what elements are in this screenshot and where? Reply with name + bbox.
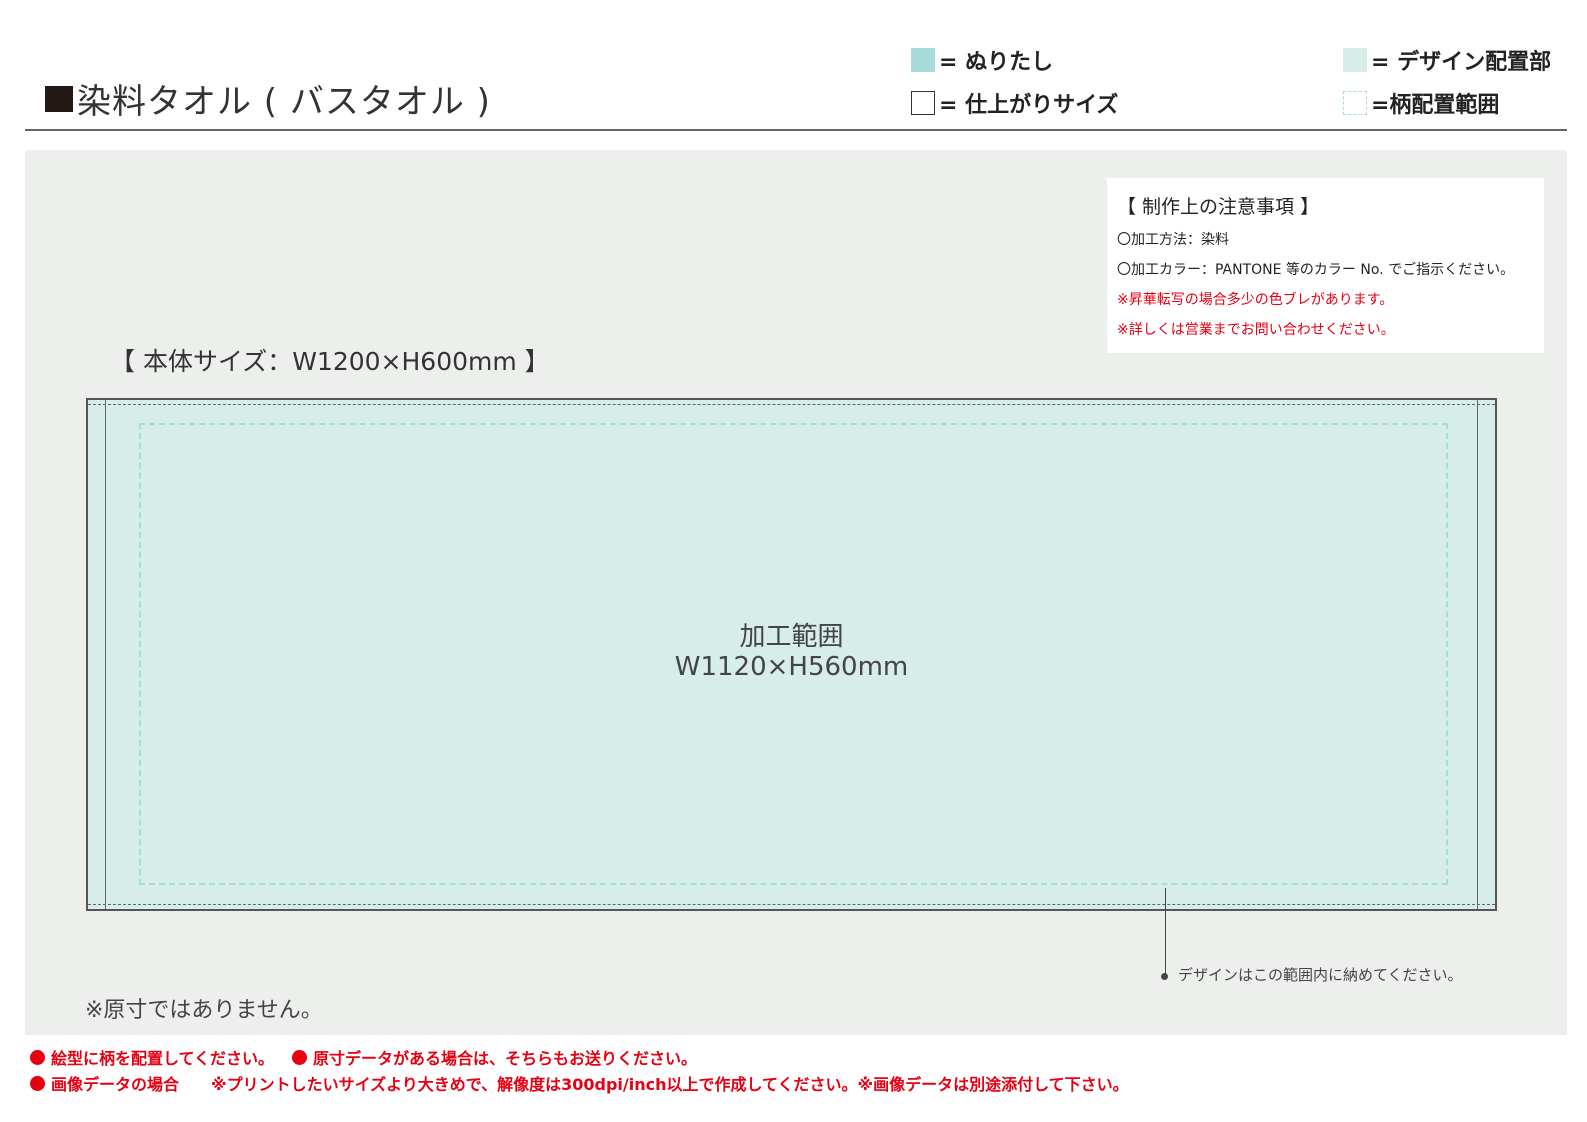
towel-template: 加工範囲 W1120×H560mm (86, 398, 1497, 911)
notes-title: 【 制作上の注意事項 】 (1117, 196, 1320, 218)
footer-line-1: 絵型に柄を配置してください。 原寸データがある場合は、そちらもお送りください。 (30, 1045, 697, 1069)
footer-note: 絵型に柄を配置してください。 (51, 1049, 275, 1068)
legend-design-area-label: = デザイン配置部 (1371, 50, 1552, 75)
not-actual-size-note: ※原寸ではありません。 (85, 998, 323, 1023)
legend-design-area: = デザイン配置部 (1343, 44, 1551, 76)
header-divider (25, 129, 1567, 131)
footer-note: ※プリントしたいサイズより大きめで、解像度は300dpi/inch以上で作成して… (211, 1075, 1129, 1094)
legend-pattern-range: =柄配置範囲 (1343, 87, 1499, 119)
processing-range-title: 加工範囲 (739, 622, 844, 652)
notes-line: 〇加工方法：染料 (1117, 232, 1229, 248)
pattern-range-swatch-icon (1343, 91, 1367, 115)
legend-finish-size-label: = 仕上がりサイズ (939, 93, 1119, 118)
page-title: 染料タオル ( バスタオル ) (45, 74, 491, 123)
callout-text: デザインはこの範囲内に納めてください。 (1178, 966, 1463, 984)
finish-line-bottom (88, 904, 1495, 905)
callout-leader (1165, 888, 1166, 976)
callout-dot-icon (1161, 973, 1168, 980)
finish-size-swatch-icon (911, 91, 935, 115)
body-size-label: 【 本体サイズ：W1200×H600mm 】 (110, 347, 550, 376)
footer-note: 原寸データがある場合は、そちらもお送りください。 (313, 1049, 698, 1068)
bullet-icon (30, 1075, 45, 1091)
legend-nuritashi-label: = ぬりたし (939, 50, 1054, 75)
legend-pattern-range-label: =柄配置範囲 (1371, 93, 1500, 118)
notes-warning: ※昇華転写の場合多少の色ブレがあります。 (1117, 292, 1394, 308)
notes-line: 〇加工カラー：PANTONE 等のカラー No. でご指示ください。 (1117, 262, 1515, 278)
footer-line-2: 画像データの場合 ※プリントしたいサイズより大きめで、解像度は300dpi/in… (30, 1071, 1129, 1095)
footer-note: 画像データの場合 (51, 1075, 180, 1094)
processing-range-size: W1120×H560mm (674, 652, 909, 682)
design-area-swatch-icon (1343, 48, 1367, 72)
bullet-icon (292, 1049, 308, 1065)
processing-range-label: 加工範囲 W1120×H560mm (88, 622, 1495, 682)
bullet-icon (30, 1049, 45, 1065)
nuritashi-swatch-icon (911, 48, 935, 72)
finish-line-top (88, 404, 1495, 405)
page-title-text: 染料タオル ( バスタオル ) (77, 82, 491, 122)
square-icon (45, 85, 73, 112)
legend-nuritashi: = ぬりたし (911, 44, 1053, 76)
production-notes: 【 制作上の注意事項 】 〇加工方法：染料 〇加工カラー：PANTONE 等のカ… (1107, 178, 1544, 353)
notes-warning: ※詳しくは営業までお問い合わせください。 (1117, 322, 1395, 338)
legend-finish-size: = 仕上がりサイズ (911, 87, 1118, 119)
